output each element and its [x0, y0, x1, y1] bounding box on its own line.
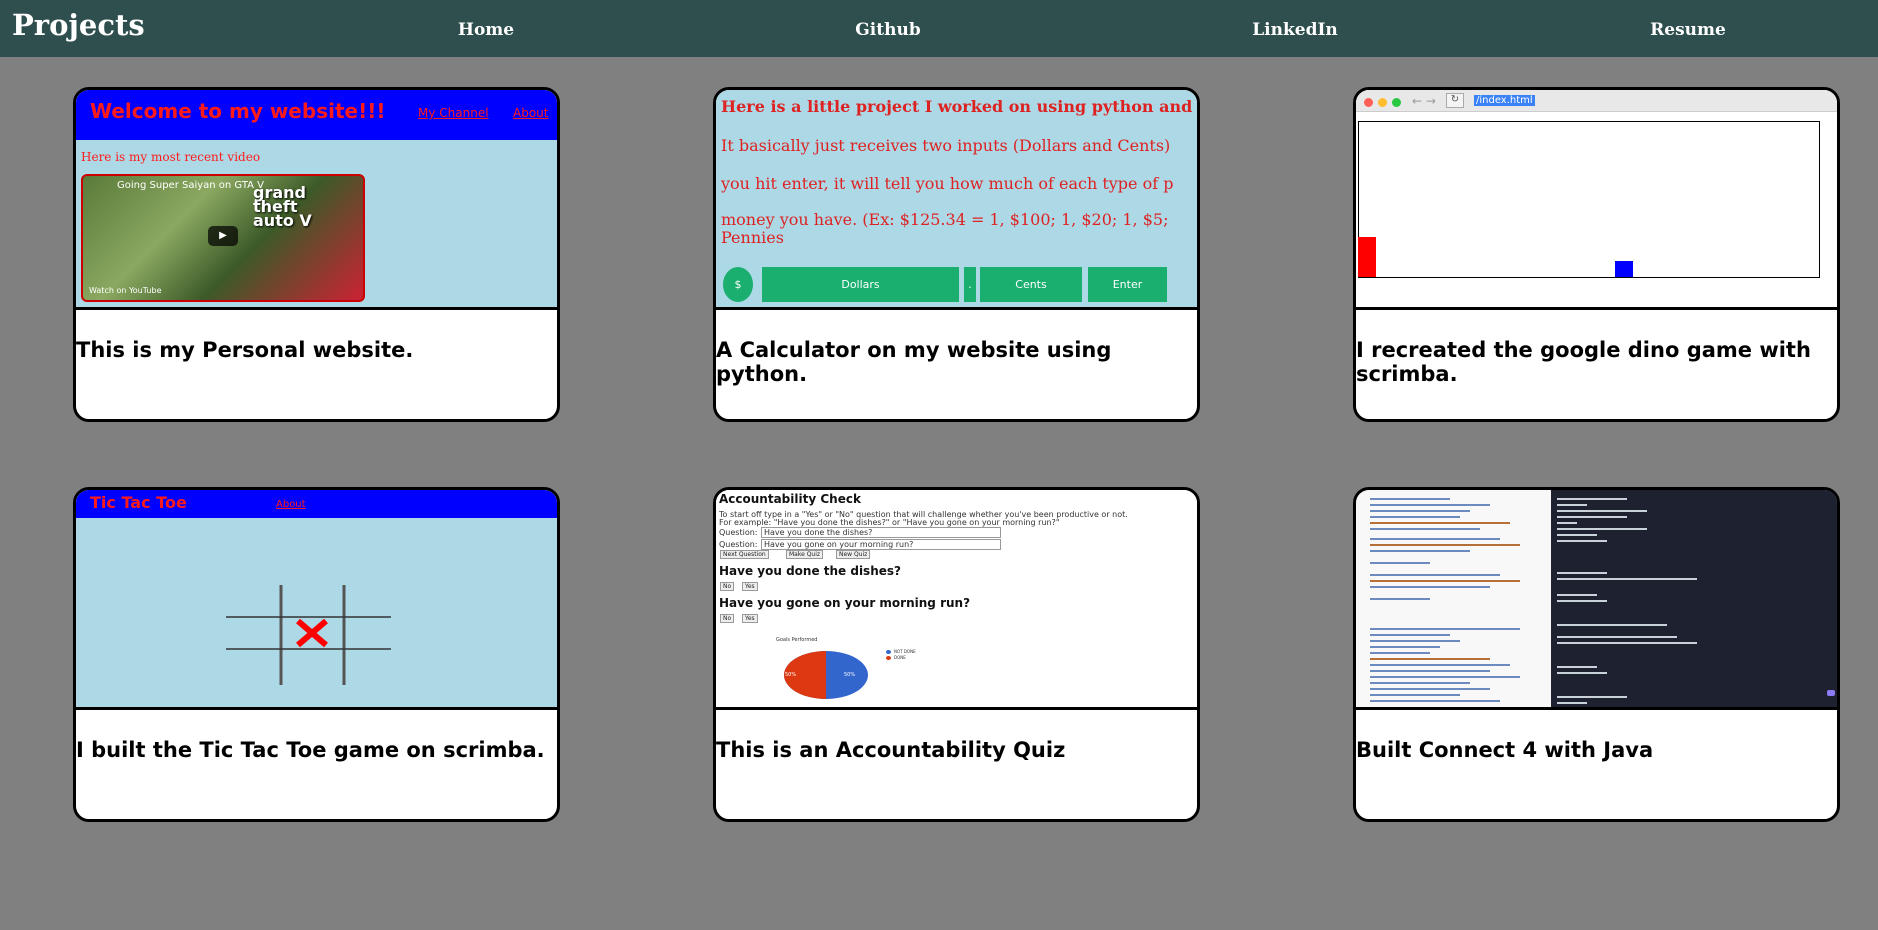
project-thumbnail: Here is a little project I worked on usi… — [716, 90, 1197, 310]
game-area — [1358, 121, 1820, 278]
legend-dot-not-done — [886, 650, 891, 654]
new-quiz-button: New Quiz — [836, 550, 871, 559]
pie-label-right: 50% — [844, 672, 856, 678]
next-question-button: Next Question — [720, 550, 769, 559]
decimal-badge: . — [964, 267, 976, 302]
dino-block — [1358, 237, 1376, 277]
thumb-text-line: It basically just receives two inputs (D… — [721, 136, 1171, 155]
question-field: Have you done the dishes? — [761, 527, 1001, 538]
tic-tac-toe-board — [226, 585, 391, 685]
project-card-tic-tac-toe[interactable]: Tic Tac Toe About I built the Tic Tac To… — [73, 487, 560, 822]
project-card-calculator[interactable]: Here is a little project I worked on usi… — [713, 87, 1200, 422]
nav-link-github[interactable]: Github — [855, 20, 920, 40]
legend-done: DONE — [894, 655, 906, 660]
thumb-text-line: money you have. (Ex: $125.34 = 1, $100; … — [721, 210, 1169, 229]
project-caption: I recreated the google dino game with sc… — [1356, 338, 1811, 386]
project-thumbnail — [1356, 490, 1837, 710]
thumb-heading: Tic Tac Toe — [90, 493, 187, 512]
question-label: Question: — [719, 528, 758, 537]
no-button: No — [720, 614, 735, 623]
project-caption: This is my Personal website. — [76, 338, 414, 362]
thumb-heading: Accountability Check — [719, 492, 861, 506]
pie-title: Goals Performed — [776, 637, 818, 643]
video-embed: Going Super Saiyan on GTA V grand theft au… — [81, 174, 365, 302]
top-nav: Projects Home Github LinkedIn Resume — [0, 0, 1878, 57]
play-icon: ▶ — [208, 226, 238, 246]
project-thumbnail: Welcome to my website!!! My Channel Abou… — [76, 90, 557, 310]
quiz-example: For example: "Have you done the dishes?"… — [719, 518, 1060, 527]
nav-link-resume[interactable]: Resume — [1650, 20, 1726, 40]
thumb-text-line: Pennies — [721, 228, 784, 247]
code-editor-panel — [1356, 490, 1551, 707]
browser-chrome: ← → ↻ /index.html — [1356, 90, 1837, 112]
project-caption: Built Connect 4 with Java — [1356, 738, 1654, 762]
minimize-dot-icon — [1378, 98, 1387, 107]
project-thumbnail: Accountability Check To start off type i… — [716, 490, 1197, 710]
enter-button: Enter — [1088, 267, 1167, 302]
nav-link-home[interactable]: Home — [458, 20, 514, 40]
no-button: No — [720, 582, 735, 591]
thumb-heading: Welcome to my website!!! — [90, 99, 386, 123]
project-card-personal-website[interactable]: Welcome to my website!!! My Channel Abou… — [73, 87, 560, 422]
maximize-dot-icon — [1392, 98, 1401, 107]
question-label: Question: — [719, 540, 758, 549]
gta-logo: grand theft auto V — [253, 183, 312, 230]
yes-button: Yes — [742, 614, 758, 623]
back-forward-icon: ← → — [1412, 94, 1436, 108]
terminal-panel — [1553, 490, 1837, 707]
close-dot-icon — [1364, 98, 1373, 107]
quiz-question: Have you done the dishes? — [719, 564, 901, 578]
project-card-accountability-quiz[interactable]: Accountability Check To start off type i… — [713, 487, 1200, 822]
project-thumbnail: Tic Tac Toe About — [76, 490, 557, 710]
project-card-connect-4[interactable]: Built Connect 4 with Java — [1353, 487, 1840, 822]
project-caption: This is an Accountability Quiz — [716, 738, 1066, 762]
page-title: Projects — [12, 8, 145, 42]
project-thumbnail: ← → ↻ /index.html — [1356, 90, 1837, 310]
url-bar: /index.html — [1474, 95, 1535, 106]
pie-label-left: 50% — [785, 672, 797, 678]
dollars-input: Dollars — [762, 267, 959, 302]
thumb-link-channel: My Channel — [418, 106, 489, 120]
reload-icon: ↻ — [1446, 93, 1464, 108]
project-card-dino-game[interactable]: ← → ↻ /index.html I recreated the google… — [1353, 87, 1840, 422]
obstacle-block — [1615, 261, 1633, 277]
thumb-text-line: you hit enter, it will tell you how much… — [721, 174, 1174, 193]
make-quiz-button: Make Quiz — [786, 550, 824, 559]
project-caption: I built the Tic Tac Toe game on scrimba. — [76, 738, 545, 762]
cents-input: Cents — [980, 267, 1082, 302]
dollar-sign-badge: $ — [723, 267, 753, 302]
yes-button: Yes — [742, 582, 758, 591]
video-title: Going Super Saiyan on GTA V — [117, 180, 265, 191]
watch-on-label: Watch on YouTube — [89, 286, 162, 295]
quiz-question: Have you gone on your morning run? — [719, 596, 971, 610]
legend-dot-done — [886, 656, 891, 660]
thumb-link-about: About — [276, 499, 306, 510]
question-field: Have you gone on your morning run? — [761, 539, 1001, 550]
project-caption: A Calculator on my website using python. — [716, 338, 1112, 386]
legend-not-done: NOT DONE — [894, 649, 916, 654]
nav-link-linkedin[interactable]: LinkedIn — [1252, 20, 1338, 40]
thumb-heading: Here is a little project I worked on usi… — [721, 97, 1193, 116]
thumb-subtext: Here is my most recent video — [81, 150, 261, 164]
thumb-link-about: About — [513, 106, 549, 120]
terminal-badge — [1827, 690, 1835, 696]
